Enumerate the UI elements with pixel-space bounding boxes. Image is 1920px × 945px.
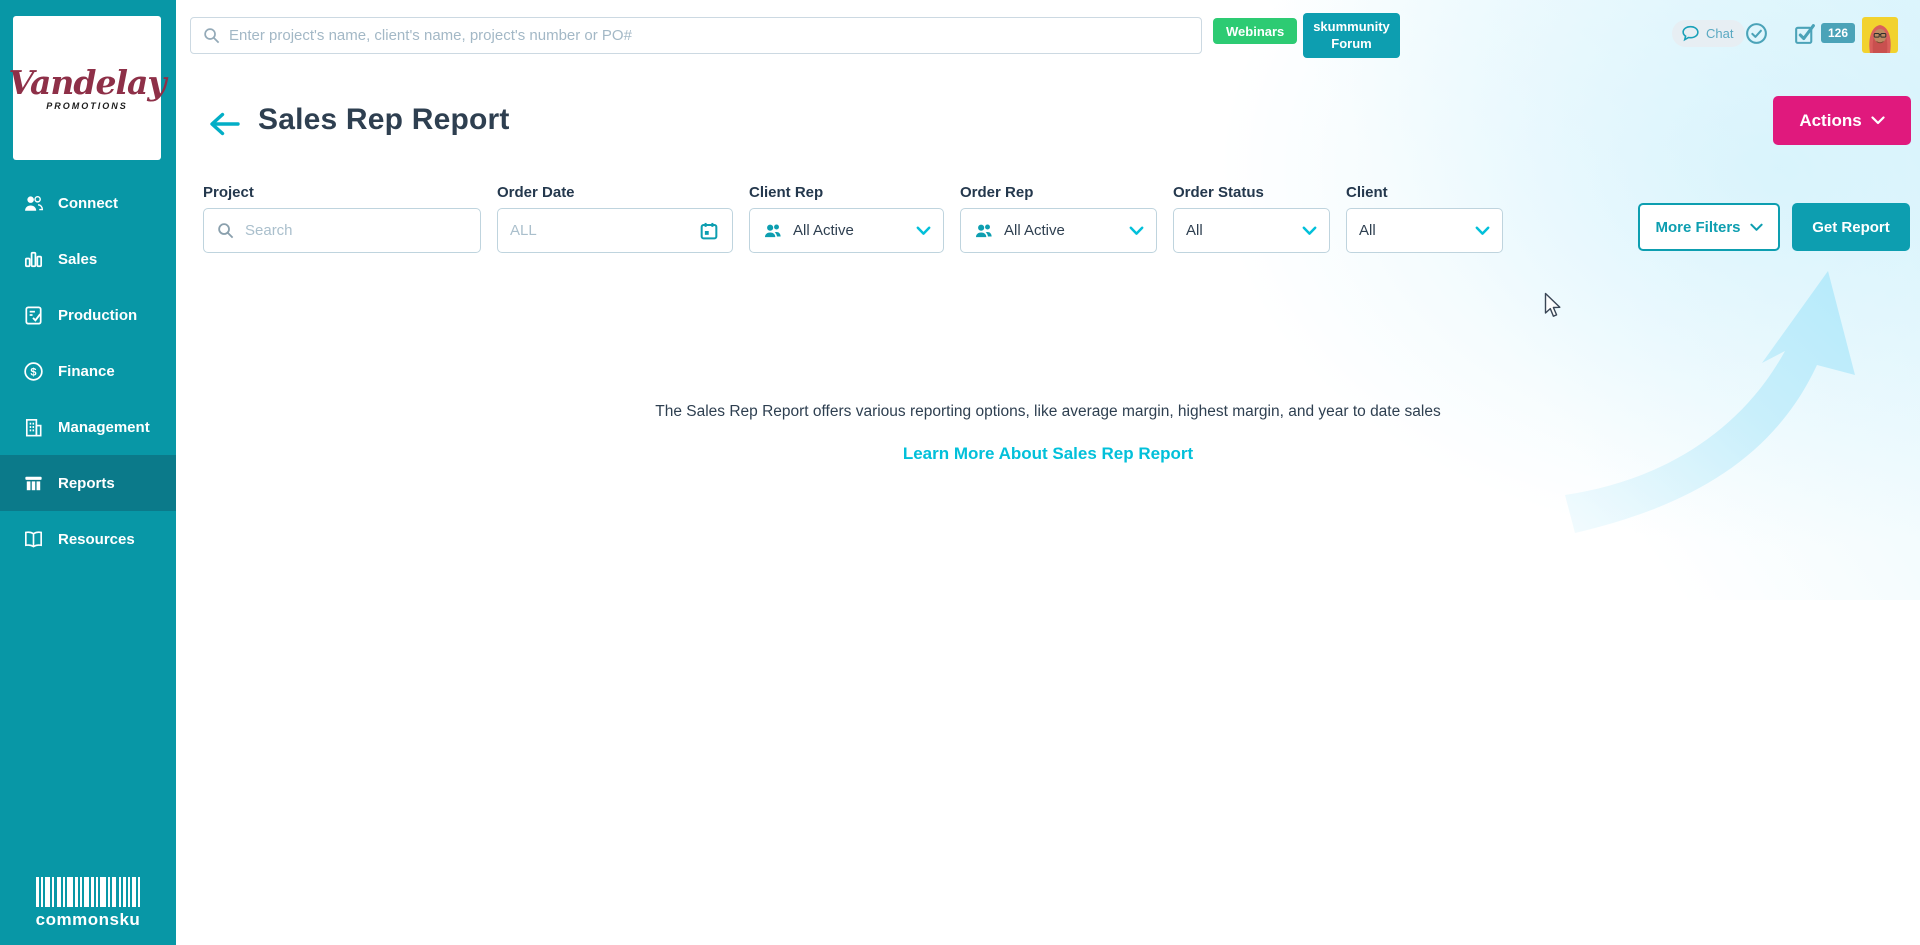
webinars-button[interactable]: Webinars [1213,18,1297,44]
sidebar-item-sales[interactable]: Sales [0,231,176,287]
order-rep-select[interactable]: All Active [960,208,1157,253]
more-filters-button[interactable]: More Filters [1638,203,1780,251]
actions-button-label: Actions [1799,111,1861,131]
sidebar-item-label: Management [58,419,150,436]
search-icon [202,26,221,50]
filter-label: Client Rep [749,184,944,201]
chat-bubble-icon [1680,23,1701,44]
filter-label: Order Status [1173,184,1330,201]
skummunity-forum-button[interactable]: skummunity Forum [1303,13,1400,58]
filter-label: Project [203,184,481,201]
filter-label: Order Rep [960,184,1157,201]
forum-button-line1: skummunity [1313,19,1390,34]
client-select[interactable]: All [1346,208,1503,253]
filter-order-status: Order Status All [1173,184,1330,253]
commonsku-logo[interactable]: commonsku [0,877,176,930]
actions-button[interactable]: Actions [1773,96,1911,145]
learn-more-link[interactable]: Learn More About Sales Rep Report [903,444,1193,463]
sidebar-item-connect[interactable]: Connect [0,175,176,231]
order-status-select[interactable]: All [1173,208,1330,253]
sidebar-item-label: Connect [58,195,118,212]
project-search-input[interactable] [245,222,468,239]
sidebar-item-label: Finance [58,363,115,380]
client-rep-select[interactable]: All Active [749,208,944,253]
people-icon [973,220,994,241]
sidebar-item-label: Production [58,307,137,324]
tenant-logo-primary-text: Vandelay [8,66,165,99]
filter-label: Order Date [497,184,733,201]
client-rep-value: All Active [793,222,916,239]
filter-order-date: Order Date [497,184,733,253]
report-description: The Sales Rep Report offers various repo… [176,403,1920,421]
sidebar: Vandelay PROMOTIONS Connect Sales Produc… [0,0,176,945]
back-arrow-button[interactable] [206,110,242,143]
dollar-circle-icon: $ [21,359,45,383]
report-chart-icon [21,471,45,495]
tasks-check-icon[interactable] [1792,21,1817,51]
sidebar-item-label: Sales [58,251,97,268]
project-search-field [203,208,481,253]
get-report-button[interactable]: Get Report [1792,203,1910,251]
bar-chart-icon [21,247,45,271]
chevron-down-icon [1871,116,1885,125]
commonsku-wordmark: commonsku [0,910,176,930]
svg-text:$: $ [30,366,36,378]
corner-gradient-decor [1140,0,1920,600]
forum-button-line2: Forum [1331,36,1371,51]
user-avatar[interactable] [1862,17,1898,53]
building-icon [21,415,45,439]
clipboard-check-icon [21,303,45,327]
chevron-down-icon [1750,223,1763,232]
barcode-icon [36,877,140,907]
sidebar-item-label: Resources [58,531,135,548]
decorative-swoosh-arrow-icon [1565,243,1885,543]
order-rep-value: All Active [1004,222,1129,239]
search-icon [216,221,235,240]
chevron-down-icon [916,226,931,236]
global-search-input[interactable] [191,18,1201,53]
client-value: All [1359,222,1475,239]
global-search [190,17,1202,54]
order-status-value: All [1186,222,1302,239]
people-icon [762,220,783,241]
people-icon [21,191,45,215]
order-date-input[interactable] [510,222,698,239]
filters-row: Project Order Date Client Rep All Active… [203,184,1503,253]
sidebar-nav: Connect Sales Production $ Finance Manag… [0,175,176,567]
chevron-down-icon [1302,226,1317,236]
chevron-down-icon [1129,226,1144,236]
tenant-logo[interactable]: Vandelay PROMOTIONS [13,16,161,160]
sidebar-item-label: Reports [58,475,115,492]
sidebar-item-reports[interactable]: Reports [0,455,176,511]
filter-client-rep: Client Rep All Active [749,184,944,253]
order-date-field [497,208,733,253]
sidebar-item-finance[interactable]: $ Finance [0,343,176,399]
more-filters-label: More Filters [1655,219,1740,236]
chevron-down-icon [1475,226,1490,236]
sidebar-item-resources[interactable]: Resources [0,511,176,567]
filter-project: Project [203,184,481,253]
calendar-icon[interactable] [698,220,720,242]
tenant-logo-secondary-text: PROMOTIONS [46,101,128,111]
chat-button[interactable]: Chat [1672,20,1745,47]
open-book-icon [21,527,45,551]
filter-order-rep: Order Rep All Active [960,184,1157,253]
notification-count-badge[interactable]: 126 [1821,23,1855,43]
page-title: Sales Rep Report [258,103,510,137]
filter-client: Client All [1346,184,1503,253]
filter-label: Client [1346,184,1503,201]
sidebar-item-management[interactable]: Management [0,399,176,455]
chat-button-label: Chat [1706,26,1733,41]
check-circle-icon[interactable] [1744,21,1769,51]
mouse-cursor [1544,292,1566,320]
sidebar-item-production[interactable]: Production [0,287,176,343]
